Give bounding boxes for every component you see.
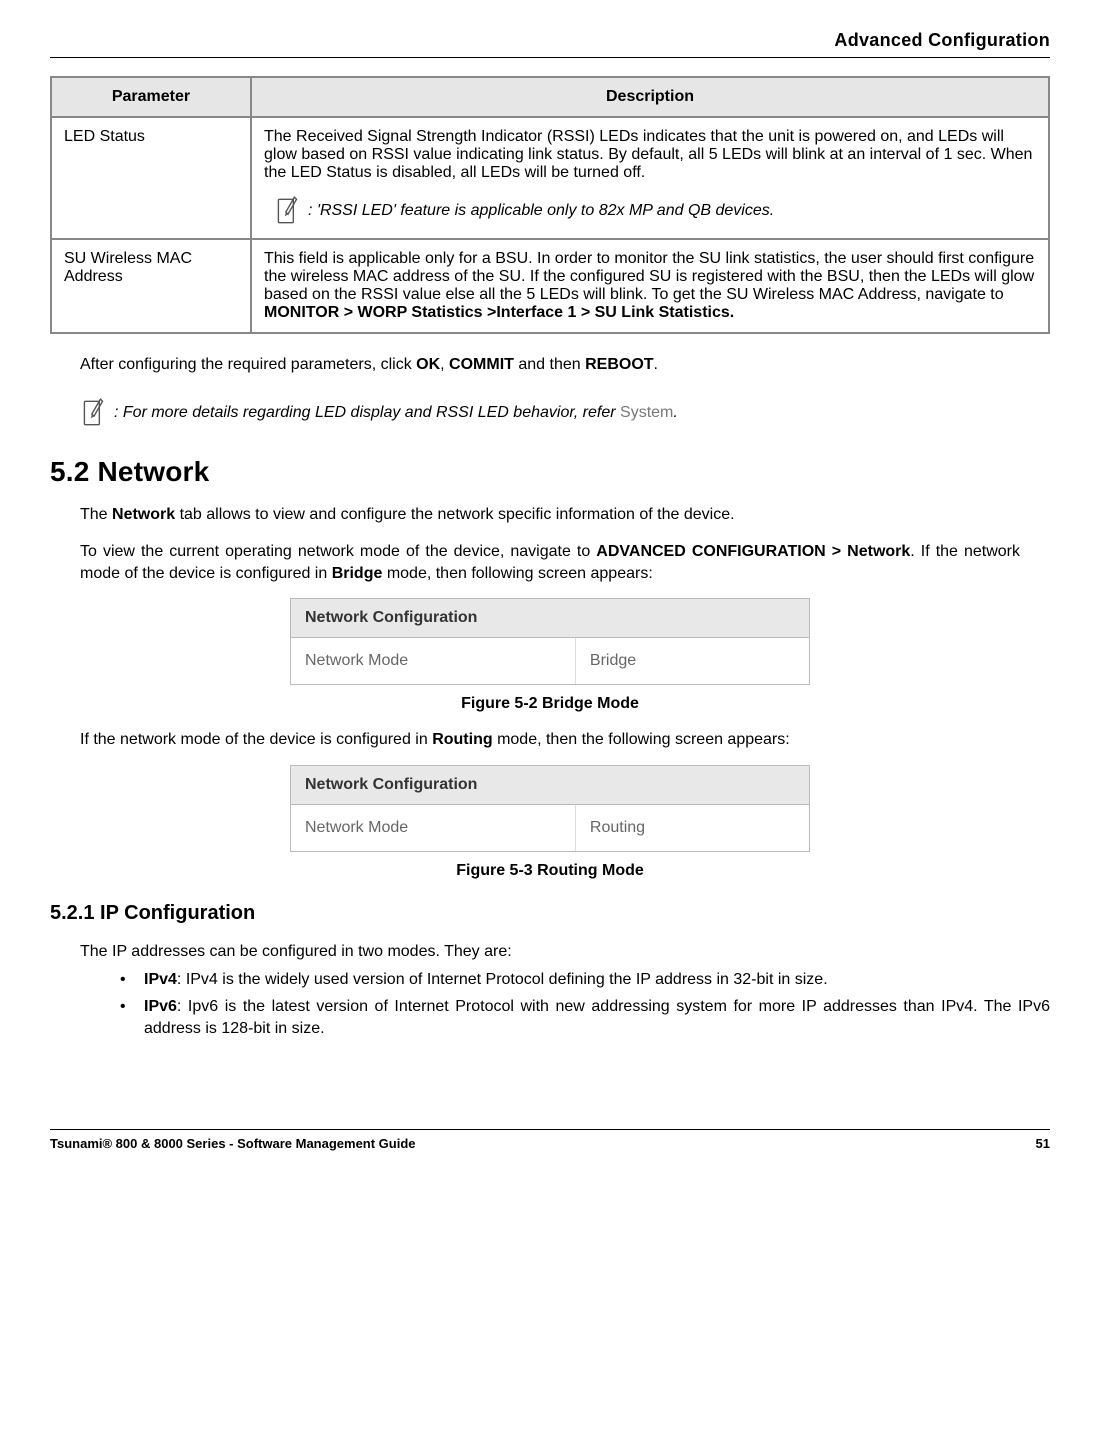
bold: REBOOT [585, 356, 653, 373]
figure-bridge-mode: Network Configuration Network Mode Bridg… [290, 598, 810, 685]
text: : IPv4 is the widely used version of Int… [177, 971, 828, 988]
desc-text: The Received Signal Strength Indicator (… [264, 128, 1032, 181]
cross-ref-link[interactable]: System [620, 404, 673, 421]
figure-caption: Figure 5-2 Bridge Mode [50, 695, 1050, 713]
page-header: Advanced Configuration [50, 30, 1050, 51]
text: : For more details regarding LED display… [114, 404, 620, 421]
text: . [673, 404, 677, 421]
text: . [654, 356, 658, 373]
bullet-list: IPv4: IPv4 is the widely used version of… [120, 969, 1050, 1040]
figure-label: Network Mode [291, 805, 576, 851]
text: mode, then following screen appears: [382, 565, 652, 582]
bold: ADVANCED CONFIGURATION > Network [596, 543, 910, 560]
document-page: Advanced Configuration Parameter Descrip… [0, 0, 1100, 1171]
figure-header: Network Configuration [291, 599, 809, 638]
page-number: 51 [1036, 1136, 1050, 1151]
paragraph: To view the current operating network mo… [80, 541, 1020, 584]
page-footer: Tsunami® 800 & 8000 Series - Software Ma… [50, 1129, 1050, 1151]
paragraph: The Network tab allows to view and confi… [80, 504, 1020, 526]
text: : Ipv6 is the latest version of Internet… [144, 998, 1050, 1037]
param-cell: LED Status [51, 117, 251, 239]
section-heading-5-2: 5.2 Network [50, 456, 1050, 488]
list-item: IPv4: IPv4 is the widely used version of… [120, 969, 1050, 991]
bold: Bridge [332, 565, 383, 582]
note-text: : For more details regarding LED display… [114, 404, 678, 422]
parameter-table: Parameter Description LED Status The Rec… [50, 76, 1050, 334]
text: After configuring the required parameter… [80, 356, 416, 373]
figure-row: Network Mode Bridge [291, 638, 809, 684]
figure-value: Bridge [576, 638, 650, 684]
text: To view the current operating network mo… [80, 543, 596, 560]
text: , [440, 356, 449, 373]
figure-routing-mode: Network Configuration Network Mode Routi… [290, 765, 810, 852]
nav-path-bold: MONITOR > WORP Statistics >Interface 1 >… [264, 304, 734, 321]
figure-header: Network Configuration [291, 766, 809, 805]
table-row: LED Status The Received Signal Strength … [51, 117, 1049, 239]
table-header-row: Parameter Description [51, 77, 1049, 117]
paragraph: If the network mode of the device is con… [80, 729, 1020, 751]
desc-cell: The Received Signal Strength Indicator (… [251, 117, 1049, 239]
col-header-parameter: Parameter [51, 77, 251, 117]
figure-label: Network Mode [291, 638, 576, 684]
list-item: IPv6: Ipv6 is the latest version of Inte… [120, 996, 1050, 1039]
bold: IPv6 [144, 998, 177, 1015]
after-table-paragraph: After configuring the required parameter… [80, 354, 1020, 376]
note-icon [274, 194, 302, 228]
table-row: SU Wireless MAC Address This field is ap… [51, 239, 1049, 333]
text: If the network mode of the device is con… [80, 731, 432, 748]
figure-value: Routing [576, 805, 659, 851]
section-heading-5-2-1: 5.2.1 IP Configuration [50, 902, 1050, 925]
header-rule [50, 57, 1050, 58]
paragraph: The IP addresses can be configured in tw… [80, 941, 1020, 963]
bold: OK [416, 356, 440, 373]
bold: Routing [432, 731, 492, 748]
note-text: : 'RSSI LED' feature is applicable only … [308, 202, 774, 220]
figure-row: Network Mode Routing [291, 805, 809, 851]
text: mode, then the following screen appears: [493, 731, 790, 748]
bold: COMMIT [449, 356, 514, 373]
page-note: : For more details regarding LED display… [80, 396, 1050, 430]
figure-caption: Figure 5-3 Routing Mode [50, 862, 1050, 880]
footer-left: Tsunami® 800 & 8000 Series - Software Ma… [50, 1136, 416, 1151]
bold: Network [112, 506, 175, 523]
inline-note: : 'RSSI LED' feature is applicable only … [274, 194, 1036, 228]
text: and then [514, 356, 585, 373]
param-cell: SU Wireless MAC Address [51, 239, 251, 333]
col-header-description: Description [251, 77, 1049, 117]
note-icon [80, 396, 108, 430]
text: The [80, 506, 112, 523]
desc-cell: This field is applicable only for a BSU.… [251, 239, 1049, 333]
desc-text: This field is applicable only for a BSU.… [264, 250, 1034, 303]
bold: IPv4 [144, 971, 177, 988]
text: tab allows to view and configure the net… [175, 506, 734, 523]
